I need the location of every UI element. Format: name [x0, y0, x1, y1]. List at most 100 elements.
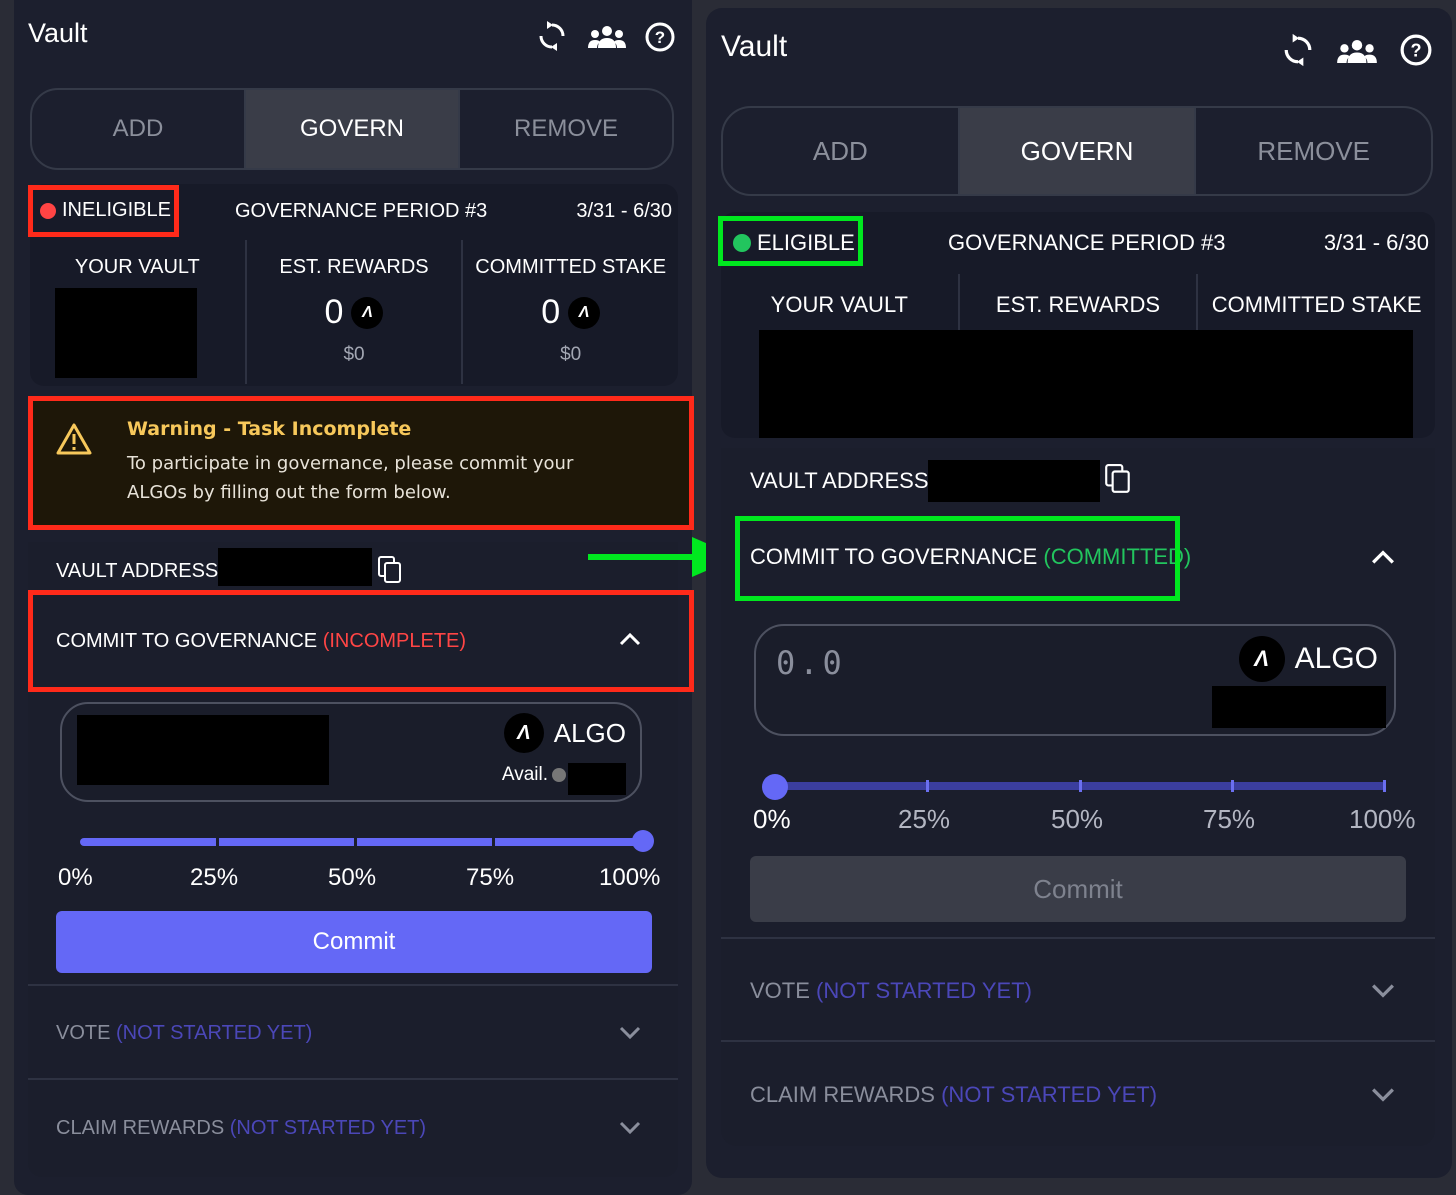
- tab-add[interactable]: ADD: [723, 108, 958, 194]
- redacted-stats: [759, 330, 1413, 438]
- refresh-icon[interactable]: [538, 20, 566, 57]
- redacted-available: [1212, 686, 1386, 728]
- slider-tick: [1383, 780, 1386, 792]
- help-icon[interactable]: ?: [1400, 34, 1432, 71]
- slider-tick: [492, 836, 495, 848]
- algo-logo-icon: Λ: [568, 296, 601, 329]
- vault-address-label: VAULT ADDRESS:: [750, 468, 935, 493]
- panel-title: Vault: [28, 18, 88, 48]
- tab-govern[interactable]: GOVERN: [957, 108, 1197, 194]
- vote-step-header[interactable]: VOTE (NOT STARTED YET): [750, 978, 1032, 1004]
- algo-logo-icon: Λ: [351, 296, 384, 329]
- currency-label: Λ ALGO: [503, 713, 626, 753]
- redacted-available: [568, 763, 626, 795]
- slider-tick: [926, 780, 929, 792]
- copy-icon[interactable]: [1105, 464, 1131, 499]
- percent-75[interactable]: 75%: [1203, 804, 1255, 835]
- percent-25[interactable]: 25%: [190, 864, 238, 892]
- highlight-warning: [28, 396, 694, 530]
- amount-input[interactable]: 0.0 Λ ALGO: [754, 624, 1396, 736]
- stat-label: COMMITTED STAKE: [475, 256, 667, 278]
- period-dates: 3/31 - 6/30: [576, 200, 672, 222]
- divider: [28, 1078, 678, 1080]
- panel-title: Vault: [721, 30, 788, 63]
- chevron-down-icon[interactable]: [1371, 1087, 1395, 1108]
- stat-usd: $0: [343, 344, 365, 365]
- amount-input[interactable]: Λ ALGO Avail.: [60, 702, 642, 802]
- divider: [28, 984, 678, 986]
- percent-50[interactable]: 50%: [1051, 804, 1103, 835]
- stat-label: EST. REWARDS: [279, 256, 429, 278]
- vote-step-status: (NOT STARTED YET): [116, 1022, 313, 1044]
- stat-committed-stake: COMMITTED STAKE 0 Λ $0: [461, 240, 678, 384]
- algo-logo-icon: Λ: [1238, 636, 1285, 682]
- currency-label: Λ ALGO: [1238, 636, 1378, 682]
- tab-remove[interactable]: REMOVE: [1196, 108, 1431, 194]
- copy-icon[interactable]: [378, 556, 402, 589]
- redacted-address: [928, 460, 1100, 502]
- claim-step-label: CLAIM REWARDS: [56, 1117, 225, 1139]
- vault-address-label: VAULT ADDRESS:: [56, 560, 224, 582]
- refresh-icon[interactable]: [1283, 32, 1313, 73]
- chevron-down-icon[interactable]: [619, 1121, 641, 1140]
- commit-button[interactable]: Commit: [56, 911, 652, 973]
- claim-step-header[interactable]: CLAIM REWARDS (NOT STARTED YET): [56, 1117, 426, 1140]
- vote-step-header[interactable]: VOTE (NOT STARTED YET): [56, 1022, 312, 1045]
- algo-logo-icon: Λ: [503, 713, 544, 753]
- stat-usd: $0: [560, 344, 582, 365]
- help-icon[interactable]: ?: [645, 22, 675, 57]
- stat-label: EST. REWARDS: [995, 292, 1161, 317]
- percent-25[interactable]: 25%: [898, 804, 950, 835]
- tab-bar: ADD GOVERN REMOVE: [721, 106, 1433, 196]
- currency-text: ALGO: [1294, 642, 1378, 675]
- highlight-commit-step: [735, 516, 1180, 601]
- percent-slider[interactable]: [80, 838, 640, 846]
- tab-govern[interactable]: GOVERN: [244, 90, 460, 168]
- vote-step-label: VOTE: [56, 1022, 111, 1044]
- vault-panel-left: Vault ? ADD GOVERN REMOVE INELIGIBLE GOV…: [14, 0, 694, 1195]
- arrow-line: [588, 554, 700, 560]
- chevron-down-icon[interactable]: [619, 1026, 641, 1045]
- amount-placeholder: 0.0: [776, 644, 846, 682]
- commit-button[interactable]: Commit: [750, 856, 1406, 922]
- claim-step-status: (NOT STARTED YET): [229, 1117, 427, 1139]
- claim-step-header[interactable]: CLAIM REWARDS (NOT STARTED YET): [750, 1082, 1157, 1108]
- stat-your-vault: YOUR VAULT: [30, 240, 245, 384]
- highlight-status: [718, 216, 863, 266]
- slider-knob[interactable]: [762, 774, 788, 800]
- slider-tick: [1231, 780, 1234, 792]
- chevron-up-icon[interactable]: [1371, 549, 1395, 570]
- slider-tick: [1079, 780, 1082, 792]
- redacted-amount: [77, 715, 329, 785]
- tab-remove[interactable]: REMOVE: [460, 90, 672, 168]
- percent-0[interactable]: 0%: [753, 804, 791, 835]
- stat-label: COMMITTED STAKE: [1211, 292, 1422, 317]
- percent-0[interactable]: 0%: [58, 864, 93, 892]
- governance-period: GOVERNANCE PERIOD #3: [948, 230, 1226, 255]
- currency-text: ALGO: [553, 717, 626, 748]
- highlight-status: [28, 185, 179, 237]
- users-icon[interactable]: [588, 26, 626, 53]
- info-icon[interactable]: [552, 768, 566, 782]
- stat-est-rewards: EST. REWARDS 0 Λ $0: [244, 240, 462, 384]
- avail-text: Avail.: [501, 764, 548, 785]
- users-icon[interactable]: [1337, 40, 1377, 68]
- stat-label: YOUR VAULT: [770, 292, 908, 317]
- divider: [721, 937, 1435, 939]
- redacted-address: [218, 548, 372, 586]
- slider-tick: [354, 836, 357, 848]
- tab-bar: ADD GOVERN REMOVE: [30, 88, 674, 170]
- redacted-block: [55, 288, 197, 378]
- highlight-commit-step: [28, 590, 694, 692]
- stat-value: 0: [541, 293, 561, 331]
- percent-100[interactable]: 100%: [599, 864, 660, 892]
- slider-knob[interactable]: [632, 830, 654, 852]
- stat-label: YOUR VAULT: [74, 256, 200, 278]
- chevron-down-icon[interactable]: [1371, 983, 1395, 1004]
- percent-50[interactable]: 50%: [328, 864, 376, 892]
- percent-100[interactable]: 100%: [1349, 804, 1416, 835]
- slider-tick: [216, 836, 219, 848]
- tab-add[interactable]: ADD: [32, 90, 244, 168]
- percent-75[interactable]: 75%: [466, 864, 514, 892]
- governance-period: GOVERNANCE PERIOD #3: [235, 200, 488, 222]
